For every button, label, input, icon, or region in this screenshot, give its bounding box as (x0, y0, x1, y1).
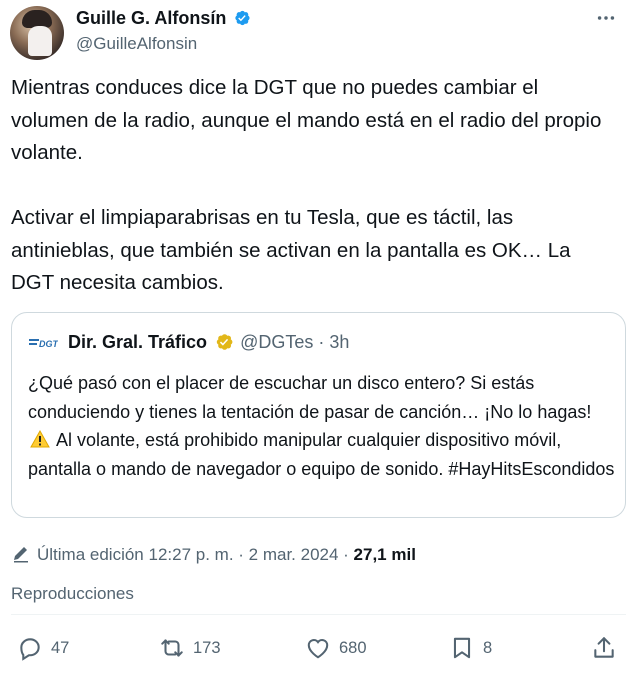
quoted-tweet-text: ¿Qué pasó con el placer de escuchar un d… (28, 369, 618, 483)
repost-button[interactable]: 173 (159, 632, 221, 664)
bookmark-button[interactable]: 8 (449, 632, 492, 664)
quoted-tweet-header: DGT Dir. Gral. Tráfico @DGTes · 3h (28, 329, 349, 355)
share-button[interactable] (591, 632, 617, 664)
quoted-handle-time: @DGTes · 3h (240, 331, 350, 352)
quoted-author-name: Dir. Gral. Tráfico (68, 331, 208, 352)
tweet-header: Guille G. Alfonsín @GuilleAlfonsin (10, 4, 626, 60)
bookmark-count: 8 (483, 638, 493, 657)
gold-verified-badge-icon (216, 334, 233, 350)
edit-timestamp[interactable]: Última edición 12:27 p. m. · 2 mar. 2024… (37, 545, 354, 564)
reply-icon (20, 638, 40, 661)
tweet-text: Mientras conduces dice la DGT que no pue… (11, 76, 602, 294)
dgt-logo: DGT (29, 339, 58, 349)
action-bar: 47 173 680 8 (11, 632, 621, 664)
reply-count: 47 (51, 638, 70, 657)
bookmark-icon (453, 637, 471, 659)
views-count: 27,1 mil (353, 545, 416, 564)
author-display-name[interactable]: Guille G. Alfonsín (76, 8, 226, 29)
verified-badge-icon (235, 10, 250, 26)
reply-button[interactable]: 47 (17, 632, 69, 664)
warning-icon (30, 430, 50, 448)
edit-icon (14, 547, 28, 563)
views-label: Reproducciones (11, 584, 134, 603)
repost-icon (161, 639, 183, 657)
quoted-text-part-2: Al volante, está prohibido manipular cua… (28, 430, 615, 479)
more-icon (597, 16, 615, 20)
like-icon (307, 639, 329, 659)
author-handle[interactable]: @GuilleAlfonsin (76, 34, 251, 54)
author-block: Guille G. Alfonsín @GuilleAlfonsin (76, 6, 251, 54)
share-icon (594, 637, 614, 658)
like-button[interactable]: 680 (305, 632, 367, 664)
quoted-tweet[interactable]: DGT Dir. Gral. Tráfico @DGTes · 3h ¿Qué … (11, 312, 626, 518)
avatar[interactable] (10, 6, 64, 60)
more-button[interactable] (592, 8, 620, 28)
tweet-meta: Última edición 12:27 p. m. · 2 mar. 2024… (11, 542, 626, 606)
quoted-text-part-1: ¿Qué pasó con el placer de escuchar un d… (28, 373, 592, 422)
divider (11, 614, 626, 615)
dgt-logo-text: DGT (39, 339, 58, 349)
like-count: 680 (339, 638, 367, 657)
repost-count: 173 (193, 638, 221, 657)
